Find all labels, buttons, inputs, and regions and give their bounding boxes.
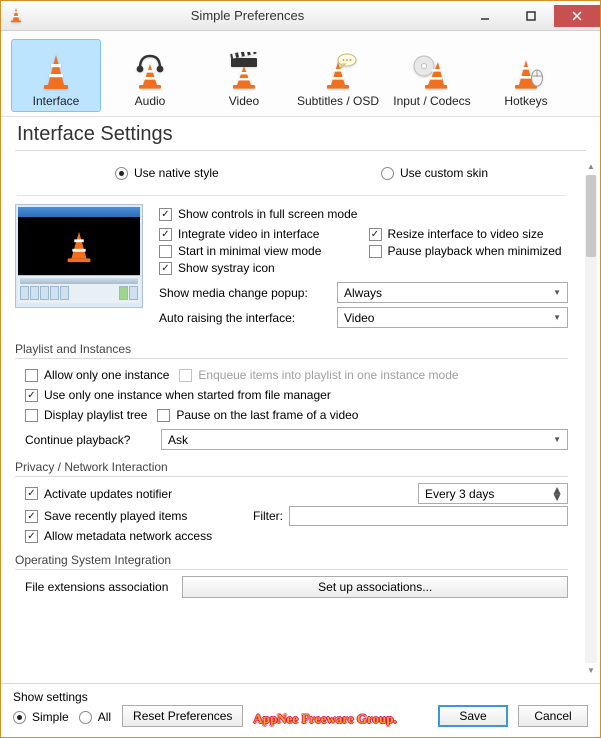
save-button[interactable]: Save	[438, 705, 508, 727]
chk-display-tree[interactable]: Display playlist tree	[25, 408, 147, 422]
scroll-track[interactable]	[585, 175, 597, 663]
radio-native-style[interactable]: Use native style	[115, 166, 219, 180]
tab-label: Interface	[33, 94, 80, 108]
scroll-down-icon[interactable]: ▼	[585, 665, 597, 677]
show-settings-label: Show settings	[13, 690, 111, 704]
chk-one-instance[interactable]: Allow only one instance	[25, 368, 169, 382]
app-icon	[7, 6, 27, 26]
watermark: AppNee Freeware Group.	[253, 711, 396, 727]
category-toolbar: Interface Audio Video Subtitles / OSD In…	[1, 31, 600, 117]
close-button[interactable]	[554, 5, 600, 27]
mouse-cone-icon	[503, 52, 549, 92]
tab-audio[interactable]: Audio	[105, 39, 195, 112]
tab-label: Video	[229, 94, 259, 108]
tab-label: Subtitles / OSD	[297, 94, 379, 108]
scrollbar[interactable]: ▲ ▼	[584, 161, 598, 677]
chk-updates-notifier[interactable]: ✓Activate updates notifier	[25, 487, 172, 501]
chevron-down-icon: ▼	[553, 288, 561, 297]
divider	[15, 569, 568, 570]
group-os-title: Operating System Integration	[15, 553, 568, 567]
spin-down-icon[interactable]: ▼	[551, 494, 563, 501]
radio-label: Use native style	[134, 166, 219, 180]
setup-associations-button[interactable]: Set up associations...	[182, 576, 568, 598]
filter-label: Filter:	[253, 509, 283, 523]
scroll-thumb[interactable]	[586, 175, 596, 257]
chevron-down-icon: ▼	[553, 435, 561, 444]
chk-integrate-video[interactable]: ✓Integrate video in interface	[159, 227, 359, 241]
divider	[17, 195, 566, 196]
chk-save-recent[interactable]: ✓Save recently played items	[25, 509, 235, 523]
chk-metadata-access[interactable]: ✓Allow metadata network access	[25, 529, 568, 543]
interface-preview	[15, 204, 143, 308]
auto-raise-label: Auto raising the interface:	[159, 311, 329, 325]
cone-icon	[33, 52, 79, 92]
radio-all[interactable]: All	[79, 710, 111, 724]
cancel-button[interactable]: Cancel	[518, 705, 588, 727]
tab-video[interactable]: Video	[199, 39, 289, 112]
titlebar: Simple Preferences	[1, 1, 600, 31]
tab-label: Audio	[135, 94, 166, 108]
chk-one-instance-fm[interactable]: ✓Use only one instance when started from…	[25, 388, 568, 402]
chk-systray[interactable]: ✓Show systray icon	[159, 261, 359, 275]
group-privacy-title: Privacy / Network Interaction	[15, 460, 568, 474]
tab-label: Input / Codecs	[393, 94, 470, 108]
divider	[15, 150, 586, 151]
scroll-up-icon[interactable]: ▲	[585, 161, 597, 173]
tab-subtitles[interactable]: Subtitles / OSD	[293, 39, 383, 112]
maximize-button[interactable]	[508, 5, 554, 27]
radio-simple[interactable]: Simple	[13, 710, 69, 724]
chk-resize-interface[interactable]: ✓Resize interface to video size	[369, 227, 569, 241]
chk-show-controls[interactable]: ✓Show controls in full screen mode	[159, 207, 568, 221]
window-title: Simple Preferences	[33, 8, 462, 23]
dropdown-media-popup[interactable]: Always▼	[337, 282, 568, 303]
footer: Show settings Simple All Reset Preferenc…	[1, 683, 600, 737]
assoc-label: File extensions association	[25, 580, 168, 594]
chk-pause-last-frame[interactable]: Pause on the last frame of a video	[157, 408, 358, 422]
tab-interface[interactable]: Interface	[11, 39, 101, 112]
chk-pause-minimized[interactable]: Pause playback when minimized	[369, 244, 569, 258]
chk-enqueue: Enqueue items into playlist in one insta…	[179, 368, 458, 382]
filter-input[interactable]	[289, 506, 568, 526]
tab-input-codecs[interactable]: Input / Codecs	[387, 39, 477, 112]
headphones-cone-icon	[127, 52, 173, 92]
dropdown-continue-playback[interactable]: Ask▼	[161, 429, 568, 450]
disc-cone-icon	[409, 52, 455, 92]
radio-label: Use custom skin	[400, 166, 488, 180]
chevron-down-icon: ▼	[553, 313, 561, 322]
spin-updates-interval[interactable]: Every 3 days ▲▼	[418, 483, 568, 504]
reset-preferences-button[interactable]: Reset Preferences	[122, 705, 243, 727]
continue-playback-label: Continue playback?	[25, 433, 153, 447]
clapper-cone-icon	[221, 52, 267, 92]
speech-cone-icon	[315, 52, 361, 92]
radio-custom-skin[interactable]: Use custom skin	[381, 166, 488, 180]
dropdown-auto-raise[interactable]: Video▼	[337, 307, 568, 328]
divider	[15, 358, 568, 359]
tab-label: Hotkeys	[504, 94, 547, 108]
chk-start-minimal[interactable]: Start in minimal view mode	[159, 244, 359, 258]
divider	[15, 476, 568, 477]
minimize-button[interactable]	[462, 5, 508, 27]
group-playlist-title: Playlist and Instances	[15, 342, 568, 356]
tab-hotkeys[interactable]: Hotkeys	[481, 39, 571, 112]
media-popup-label: Show media change popup:	[159, 286, 329, 300]
page-title: Interface Settings	[1, 117, 600, 150]
